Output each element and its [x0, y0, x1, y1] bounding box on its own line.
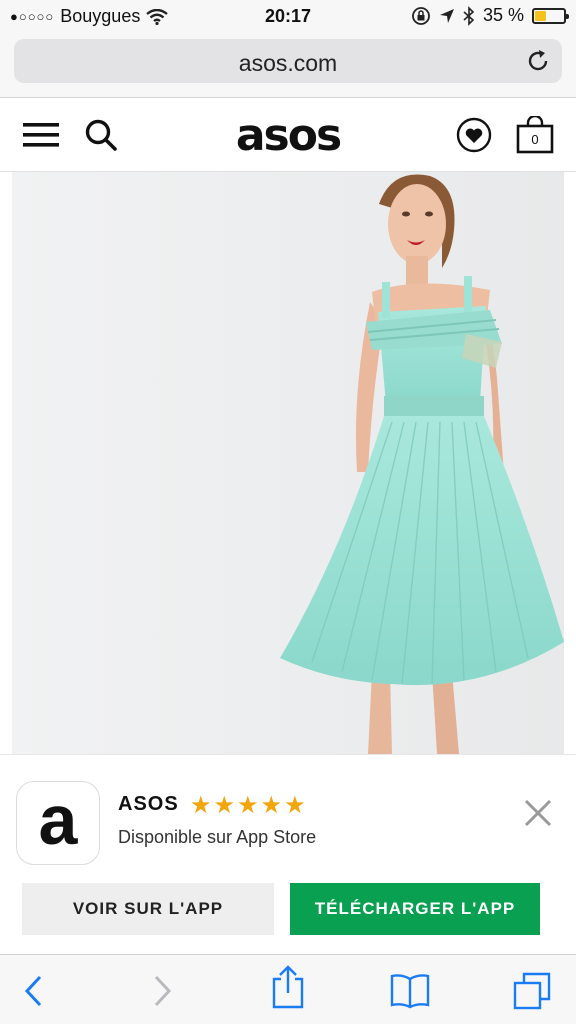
back-button[interactable]: [14, 971, 54, 1011]
app-availability: Disponible sur App Store: [118, 827, 317, 847]
bluetooth-icon: [463, 5, 475, 26]
product-image[interactable]: [12, 172, 564, 754]
url-text[interactable]: asos.com: [14, 50, 562, 77]
reload-icon[interactable]: [526, 49, 550, 73]
orientation-lock-icon: [412, 6, 430, 25]
browser-address-area: asos.com: [0, 32, 576, 98]
app-name: ASOS: [118, 793, 179, 815]
site-header: asos 0: [0, 98, 576, 172]
address-bar[interactable]: asos.com: [14, 39, 562, 83]
browser-toolbar: [0, 954, 576, 1024]
share-icon: [272, 965, 304, 1009]
wishlist-heart-icon: [456, 117, 492, 153]
app-icon[interactable]: a: [16, 781, 100, 865]
wishlist-button[interactable]: [456, 117, 492, 153]
tabs-button[interactable]: [512, 971, 552, 1011]
back-icon: [24, 975, 42, 1007]
location-arrow-icon: [439, 8, 454, 23]
forward-button[interactable]: [142, 971, 182, 1011]
rating-stars: ★★★★★: [190, 792, 308, 819]
download-app-button[interactable]: TÉLÉCHARGER L'APP: [290, 883, 540, 935]
close-icon[interactable]: [522, 797, 554, 829]
bookmarks-button[interactable]: [390, 971, 430, 1011]
app-icon-letter: a: [38, 781, 78, 859]
status-bar: ●○○○○ Bouygues 20:17 35 %: [0, 0, 576, 32]
view-in-app-button[interactable]: VOIR SUR L'APP: [22, 883, 274, 935]
bookmarks-icon: [390, 974, 430, 1009]
forward-icon: [154, 975, 172, 1007]
tabs-icon: [513, 972, 551, 1010]
app-banner: a ASOS ★★★★★ Disponible sur App Store VO…: [0, 754, 576, 954]
dress-model-image: [12, 172, 564, 754]
bag-count: 0: [531, 132, 539, 147]
share-button[interactable]: [268, 965, 308, 1009]
battery-percent: 35 %: [482, 5, 524, 25]
status-right: 35 %: [411, 5, 569, 26]
battery-icon: [532, 7, 569, 24]
bag-button[interactable]: 0: [515, 116, 555, 154]
